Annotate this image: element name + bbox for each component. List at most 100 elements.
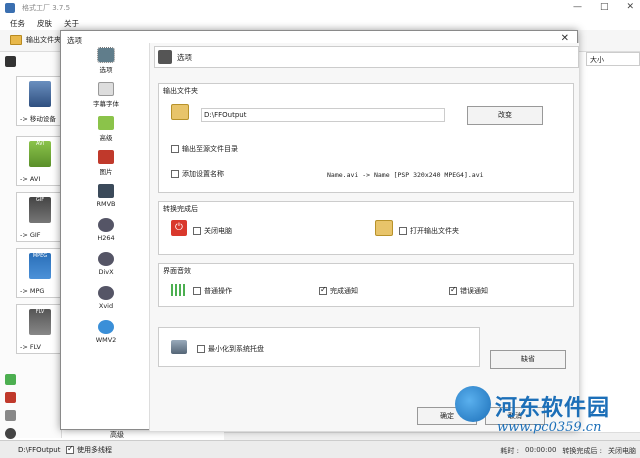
nav-divx[interactable]: DivX — [86, 252, 126, 276]
open-output-folder-option[interactable]: 打开输出文件夹 — [399, 226, 459, 236]
nav-label: H264 — [97, 234, 115, 242]
tools-icon[interactable] — [5, 428, 16, 439]
output-to-source-option[interactable]: 输出至源文件目录 — [171, 144, 238, 154]
converter-gif[interactable]: GIF -> GIF — [16, 192, 62, 242]
nav-label: DivX — [98, 268, 114, 276]
default-button[interactable]: 缺省 — [490, 350, 566, 369]
error-sound-option[interactable]: 错误通知 — [449, 285, 488, 296]
converter-flv[interactable]: FLV -> FLV — [16, 304, 62, 354]
after-done-label: 转换完成后 : — [562, 447, 602, 455]
add-setting-name-option[interactable]: 添加设置名称 — [171, 169, 224, 179]
normal-sound-label: 普通操作 — [204, 287, 232, 295]
tray-group: 最小化到系统托盘 — [158, 327, 480, 367]
dialog-title: 选项 — [67, 36, 82, 45]
status-bar: D:\FFOutput 使用多线程 耗时 : 00:00:00 转换完成后 : … — [0, 440, 640, 458]
panel-header: 选项 — [154, 46, 579, 68]
add-setting-name-label: 添加设置名称 — [182, 170, 224, 178]
nav-label: 高级 — [99, 134, 113, 142]
rmvb-icon — [98, 184, 114, 198]
power-icon: ⏻ — [171, 220, 187, 236]
converter-avi[interactable]: AVI -> AVI — [16, 136, 62, 186]
nav-label: WMV2 — [95, 336, 117, 344]
multithread-checkbox[interactable] — [66, 444, 74, 454]
multithread-label: 使用多线程 — [77, 446, 112, 454]
filename-preview: Name.avi -> Name [PSP 320x240 MPEG4].avi — [327, 171, 484, 179]
watermark: 河东软件园 www.pc0359.cn — [455, 386, 640, 440]
output-folder-button[interactable]: 输出文件夹 — [10, 35, 61, 45]
output-path-field[interactable]: D:\FFOutput — [201, 108, 445, 122]
elapsed-value: 00:00:00 — [524, 446, 557, 454]
shutdown-checkbox[interactable] — [193, 227, 201, 235]
error-sound-label: 错误通知 — [460, 287, 488, 295]
converter-label: -> FLV — [20, 343, 41, 351]
options-dialog: 选项 ✕ 选项 字幕字体 高级 图片 RMVB H264 DivX Xvid W… — [60, 30, 579, 431]
xvid-icon — [98, 286, 114, 300]
picture-icon — [98, 150, 114, 164]
film-icon — [5, 56, 16, 67]
open-output-folder-checkbox[interactable] — [399, 227, 407, 235]
nav-wmv2[interactable]: WMV2 — [86, 320, 126, 344]
nav-font[interactable]: 字幕字体 — [86, 82, 126, 108]
menu-skin[interactable]: 皮肤 — [37, 18, 52, 29]
divx-icon — [98, 252, 114, 266]
converter-panel: -> 移动设备 AVI -> AVI GIF -> GIF MPEG -> MP… — [0, 52, 62, 439]
menu-about[interactable]: 关于 — [64, 18, 79, 29]
converter-mobile[interactable]: -> 移动设备 — [16, 76, 62, 126]
panel-title: 选项 — [177, 52, 192, 62]
done-sound-checkbox[interactable] — [319, 285, 327, 295]
output-to-source-checkbox[interactable] — [171, 145, 179, 153]
minimize-to-tray-checkbox[interactable] — [197, 345, 205, 353]
options-icon — [158, 50, 172, 64]
menu-bar: 任务 皮肤 关于 — [0, 16, 640, 30]
volume-icon — [171, 284, 187, 296]
watermark-logo-icon — [455, 386, 491, 422]
options-icon — [97, 47, 115, 63]
maximize-button[interactable]: □ — [600, 2, 609, 12]
picture-icon[interactable] — [5, 392, 16, 403]
sort-column-header[interactable]: 大小 — [586, 52, 640, 66]
minimize-to-tray-option[interactable]: 最小化到系统托盘 — [197, 344, 264, 354]
after-done-value[interactable]: 关闭电脑 — [608, 446, 636, 456]
output-folder-label: 输出文件夹 — [26, 36, 61, 44]
group-title: 输出文件夹 — [163, 87, 198, 95]
nav-label: 字幕字体 — [93, 100, 119, 108]
nav-xvid[interactable]: Xvid — [86, 286, 126, 310]
normal-sound-checkbox[interactable] — [193, 287, 201, 295]
converter-mpg[interactable]: MPEG -> MPG — [16, 248, 62, 298]
mpg-icon: MPEG — [29, 253, 51, 279]
wmv2-icon — [98, 320, 114, 334]
document-icon[interactable] — [5, 410, 16, 421]
menu-task[interactable]: 任务 — [10, 18, 25, 29]
error-sound-checkbox[interactable] — [449, 285, 457, 295]
advanced-label[interactable]: 高级 — [110, 430, 124, 440]
folder-icon — [10, 35, 22, 45]
nav-label: RMVB — [96, 200, 116, 208]
nav-advanced[interactable]: 高级 — [86, 116, 126, 142]
shutdown-option[interactable]: 关闭电脑 — [193, 226, 232, 236]
flv-icon: FLV — [29, 309, 51, 335]
gif-icon: GIF — [29, 197, 51, 223]
close-button[interactable]: ✕ — [626, 2, 634, 12]
converter-label: -> 移动设备 — [20, 115, 56, 123]
nav-label: 选项 — [99, 66, 113, 74]
nav-h264[interactable]: H264 — [86, 218, 126, 242]
options-content: 选项 输出文件夹 D:\FFOutput 改变 输出至源文件目录 添加设置名称 … — [149, 43, 579, 431]
minimize-button[interactable]: — — [573, 2, 582, 12]
change-button[interactable]: 改变 — [467, 106, 543, 125]
nav-options[interactable]: 选项 — [86, 47, 126, 74]
normal-sound-option[interactable]: 普通操作 — [193, 286, 232, 296]
multithread-toggle[interactable]: 使用多线程 — [66, 444, 112, 455]
folder-icon — [171, 104, 189, 120]
mobile-device-icon — [29, 81, 51, 107]
done-sound-option[interactable]: 完成通知 — [319, 285, 358, 296]
nav-picture[interactable]: 图片 — [86, 150, 126, 176]
add-setting-name-checkbox[interactable] — [171, 170, 179, 178]
watermark-url: www.pc0359.cn — [497, 420, 602, 435]
tray-icon — [171, 340, 187, 354]
converter-label: -> AVI — [20, 175, 41, 183]
advanced-icon — [98, 116, 114, 130]
music-icon[interactable] — [5, 374, 16, 385]
converter-label: -> MPG — [20, 287, 45, 295]
sound-effects-group: 界面音效 普通操作 完成通知 错误通知 — [158, 263, 574, 307]
nav-rmvb[interactable]: RMVB — [86, 184, 126, 208]
